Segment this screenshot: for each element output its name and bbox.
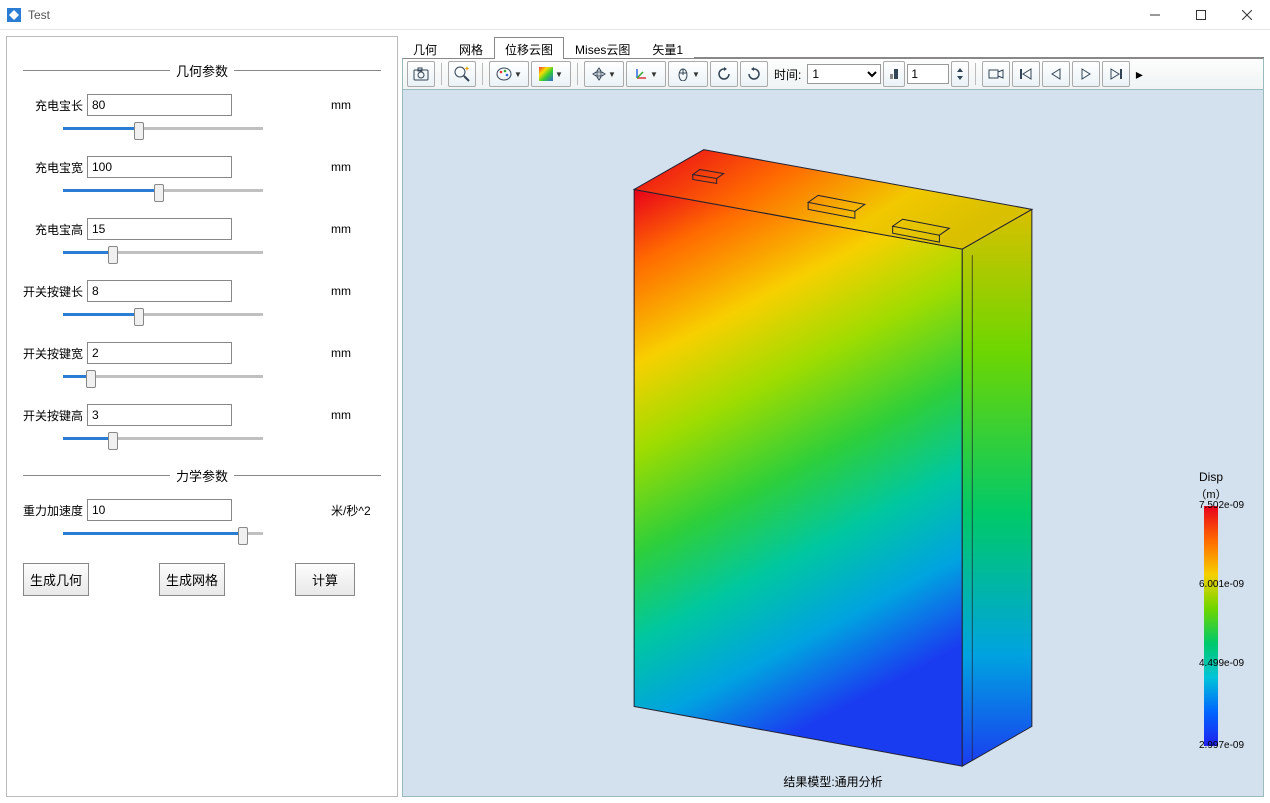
param-row-3: 开关按键长 mm	[23, 280, 381, 302]
param-unit: mm	[331, 346, 381, 360]
param-label: 充电宝宽	[23, 159, 87, 176]
param-slider-2[interactable]	[63, 244, 263, 262]
titlebar: Test	[0, 0, 1270, 30]
viewport-caption: 结果模型:通用分析	[403, 773, 1263, 790]
minimize-button[interactable]	[1132, 0, 1178, 30]
param-input-0[interactable]	[87, 94, 232, 116]
param-input-5[interactable]	[87, 404, 232, 426]
param-slider-3[interactable]	[63, 306, 263, 324]
param-unit: mm	[331, 98, 381, 112]
gravity-input[interactable]	[87, 499, 232, 521]
frame-spinner[interactable]	[951, 61, 969, 87]
param-input-1[interactable]	[87, 156, 232, 178]
prev-frame-button[interactable]	[1042, 61, 1070, 87]
tab-1[interactable]: 网格	[448, 37, 494, 59]
param-label: 开关按键高	[23, 407, 87, 424]
displacement-contour	[403, 90, 1263, 796]
param-unit: mm	[331, 284, 381, 298]
param-row-gravity: 重力加速度 米/秒^2	[23, 499, 381, 521]
rotate-cw-button[interactable]	[740, 61, 768, 87]
group-geometry-header: 几何参数	[23, 61, 381, 80]
calculate-button[interactable]: 计算	[295, 563, 355, 596]
param-unit: mm	[331, 408, 381, 422]
tab-2[interactable]: 位移云图	[494, 37, 564, 59]
mouse-mode-button[interactable]: ▼	[668, 61, 708, 87]
param-slider-5[interactable]	[63, 430, 263, 448]
record-button[interactable]	[982, 61, 1010, 87]
param-label: 重力加速度	[23, 502, 87, 519]
param-unit: mm	[331, 222, 381, 236]
next-frame-button[interactable]	[1102, 61, 1130, 87]
app-icon	[6, 7, 22, 23]
generate-mesh-button[interactable]: 生成网格	[159, 563, 225, 596]
maximize-button[interactable]	[1178, 0, 1224, 30]
param-row-5: 开关按键高 mm	[23, 404, 381, 426]
svg-text:✦: ✦	[464, 66, 470, 73]
tab-4[interactable]: 矢量1	[641, 37, 694, 59]
axes-orient-button[interactable]: ▼	[626, 61, 666, 87]
legend-tick: 2.997e-09	[1199, 740, 1244, 751]
param-row-0: 充电宝长 mm	[23, 94, 381, 116]
rotate-ccw-button[interactable]	[710, 61, 738, 87]
param-label: 开关按键长	[23, 283, 87, 300]
param-row-2: 充电宝高 mm	[23, 218, 381, 240]
close-button[interactable]	[1224, 0, 1270, 30]
param-unit: mm	[331, 160, 381, 174]
color-legend: Disp （m） 7.502e-096.001e-094.499e-092.99…	[1171, 470, 1251, 746]
window-title: Test	[28, 8, 50, 22]
colormap-button[interactable]: ▼	[531, 61, 571, 87]
param-unit: 米/秒^2	[331, 502, 381, 519]
param-label: 充电宝高	[23, 221, 87, 238]
tab-0[interactable]: 几何	[402, 37, 448, 59]
snapshot-button[interactable]	[407, 61, 435, 87]
frame-input[interactable]	[907, 64, 949, 84]
param-slider-1[interactable]	[63, 182, 263, 200]
param-row-1: 充电宝宽 mm	[23, 156, 381, 178]
tab-3[interactable]: Mises云图	[564, 37, 641, 59]
param-label: 充电宝长	[23, 97, 87, 114]
param-input-3[interactable]	[87, 280, 232, 302]
palette-button[interactable]: ▼	[489, 61, 529, 87]
pan-button[interactable]: ▼	[584, 61, 624, 87]
legend-tick: 6.001e-09	[1199, 579, 1244, 590]
result-viewport[interactable]: X Y Z Disp （m） 7.502e-096.001e-094.499e-…	[402, 90, 1264, 797]
param-row-4: 开关按键宽 mm	[23, 342, 381, 364]
viewer-toolbar: ✦ ▼ ▼ ▼ ▼ ▼ 时间: 1 ▸	[402, 58, 1264, 90]
legend-tick: 7.502e-09	[1199, 500, 1244, 511]
play-button[interactable]	[1072, 61, 1100, 87]
toolbar-overflow[interactable]: ▸	[1132, 61, 1146, 87]
first-frame-button[interactable]	[1012, 61, 1040, 87]
param-label: 开关按键宽	[23, 345, 87, 362]
time-select[interactable]: 1	[807, 64, 881, 84]
param-input-2[interactable]	[87, 218, 232, 240]
gravity-slider[interactable]	[63, 525, 263, 543]
param-slider-4[interactable]	[63, 368, 263, 386]
sidebar: 几何参数 充电宝长 mm 充电宝宽 mm	[6, 36, 398, 797]
time-label: 时间:	[770, 66, 805, 83]
param-input-4[interactable]	[87, 342, 232, 364]
legend-toggle-button[interactable]	[883, 61, 905, 87]
group-mechanics-header: 力学参数	[23, 466, 381, 485]
generate-geometry-button[interactable]: 生成几何	[23, 563, 89, 596]
legend-tick: 4.499e-09	[1199, 658, 1244, 669]
param-slider-0[interactable]	[63, 120, 263, 138]
view-tabs: 几何网格位移云图Mises云图矢量1	[402, 36, 1264, 58]
zoom-button[interactable]: ✦	[448, 61, 476, 87]
